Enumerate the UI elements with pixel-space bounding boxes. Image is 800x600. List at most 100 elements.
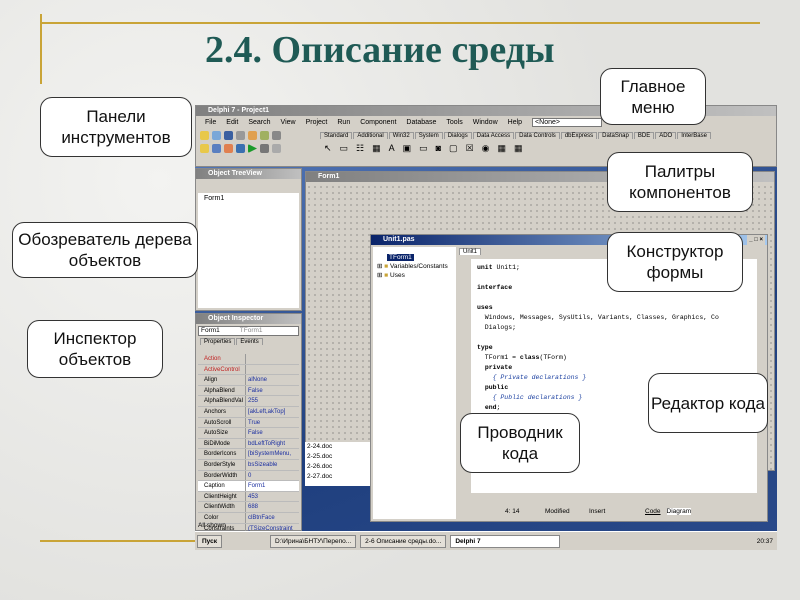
palette-tabs: Standard Additional Win32 System Dialogs Data… [320,132,712,139]
palette-tab[interactable]: ADO [655,132,677,139]
palette-tab[interactable]: Win32 [388,132,414,139]
property-row[interactable]: Caption Form1 [198,481,299,492]
menu-file[interactable]: File [205,119,216,126]
property-value[interactable]: True [246,418,260,428]
open-project-icon[interactable] [248,131,257,140]
object-selector[interactable]: Form1 TForm1 [198,326,299,336]
pause-icon[interactable] [260,144,269,153]
taskbar-item[interactable]: Delphi 7 [450,534,561,548]
property-value[interactable]: 688 [246,502,258,512]
palette-tab[interactable]: Additional [353,132,388,139]
property-value[interactable]: 0 [246,471,251,481]
property-value[interactable]: clBtnFace [246,513,275,523]
top-rule [40,22,760,24]
property-row[interactable]: BiDiMode bdLeftToRight [198,438,299,450]
menu-search[interactable]: Search [248,119,270,126]
taskbar-item[interactable]: 2-6 Описание среды.do... [360,534,447,548]
new-icon[interactable] [200,131,209,140]
menu-view[interactable]: View [281,119,296,126]
property-name: Caption [198,481,246,491]
property-row[interactable]: AutoScroll True [198,417,299,429]
view-unit-icon[interactable] [200,144,209,153]
property-value[interactable]: alNone [246,375,267,385]
menu-window[interactable]: Window [473,119,498,126]
property-value[interactable] [246,354,248,364]
palette-tab[interactable]: InterBase [677,132,711,139]
tree-item-form1[interactable]: Form1 [204,195,224,202]
file-item[interactable]: 2-25.doc [307,452,375,462]
explorer-item[interactable]: ⊞ ■ Variables/Constants [377,262,452,271]
start-button[interactable]: Пуск [197,534,222,548]
config-combo[interactable]: <None> [532,118,603,127]
file-item[interactable]: 2-24.doc [307,442,375,452]
tab-diagram[interactable]: Diagram [666,507,692,515]
palette-tab[interactable]: dbExpress [560,132,598,139]
open-icon[interactable] [212,131,221,140]
menu-tools[interactable]: Tools [446,119,462,126]
add-file-icon[interactable] [260,131,269,140]
tab-unit1[interactable]: Unit1 [459,248,482,255]
property-value[interactable]: bdLeftToRight [246,439,285,449]
run-icon[interactable] [248,144,257,153]
property-value[interactable]: [biSystemMenu, [246,449,291,459]
palette-tab[interactable]: System [414,132,443,139]
palette-tab[interactable]: Data Controls [515,132,560,139]
property-row[interactable]: AlphaBlend False [198,385,299,397]
property-value[interactable] [246,365,248,375]
tab-properties[interactable]: Properties [200,338,236,345]
component-palette-icons[interactable]: ↖▭☷▦A▣▭◙▢☒◉▦▦ [324,143,531,154]
file-item[interactable]: 2-27.doc [307,472,375,482]
property-row[interactable]: Align alNone [198,375,299,386]
tab-events[interactable]: Events [236,338,263,345]
palette-tab[interactable]: Standard [320,132,353,139]
tab-code[interactable]: Code [645,508,661,515]
property-row[interactable]: Action [198,354,299,365]
property-value[interactable]: False [246,428,263,438]
property-row[interactable]: Anchors [akLeft,akTop] [198,406,299,418]
property-value[interactable]: [akLeft,akTop] [246,407,285,417]
new-form-icon[interactable] [236,144,245,153]
explorer-item[interactable]: ⊞ ■ Uses [377,271,452,280]
menu-edit[interactable]: Edit [226,119,238,126]
toggle-icon[interactable] [224,144,233,153]
taskbar-item[interactable]: D:\Ирина\БНТУ\Перепо... [270,534,357,548]
step-icon[interactable] [272,144,281,153]
property-value[interactable]: False [246,386,263,396]
explorer-item[interactable]: TForm1 [377,253,452,262]
menu-run[interactable]: Run [337,119,350,126]
property-row[interactable]: BorderStyle bsSizeable [198,459,299,471]
menu-help[interactable]: Help [508,119,522,126]
print-icon[interactable] [236,131,245,140]
palette-tab[interactable]: Data Access [472,132,515,139]
property-row[interactable]: ClientHeight 453 [198,491,299,503]
property-value[interactable]: bsSizeable [246,460,277,470]
callout-toolbars: Панели инструментов [40,97,192,157]
property-row[interactable]: BorderWidth 0 [198,470,299,482]
property-grid: Action ActiveControl Align alNone AlphaBlend… [198,354,299,545]
menu-project[interactable]: Project [306,119,328,126]
menu-database[interactable]: Database [406,119,436,126]
property-value[interactable]: Form1 [246,481,265,491]
file-item[interactable]: 2-26.doc [307,462,375,472]
palette-tab[interactable]: BDE [633,132,655,139]
property-row[interactable]: AlphaBlendVal 255 [198,396,299,407]
property-row[interactable]: ClientWidth 688 [198,502,299,513]
menu-component[interactable]: Component [360,119,396,126]
property-name: BorderIcons [198,449,246,459]
save-icon[interactable] [224,131,233,140]
property-row[interactable]: AutoSize False [198,428,299,439]
view-form-icon[interactable] [212,144,221,153]
property-row[interactable]: BorderIcons [biSystemMenu, [198,449,299,460]
property-value[interactable]: 255 [246,396,258,406]
cut-icon[interactable] [272,131,281,140]
object-inspector: Object Inspector Form1 TForm1 Properties E… [195,313,302,545]
palette-tab[interactable]: DataSnap [598,132,633,139]
property-name: AutoSize [198,428,246,438]
editor-statusbar: 4: 14 Modified Insert Code Diagram [505,507,692,515]
property-value[interactable]: 453 [246,492,258,502]
palette-tab[interactable]: Dialogs [443,132,472,139]
property-name: Align [198,375,246,385]
window-controls[interactable]: _ □ × [747,235,765,245]
left-rule [40,14,42,84]
property-row[interactable]: ActiveControl [198,364,299,376]
